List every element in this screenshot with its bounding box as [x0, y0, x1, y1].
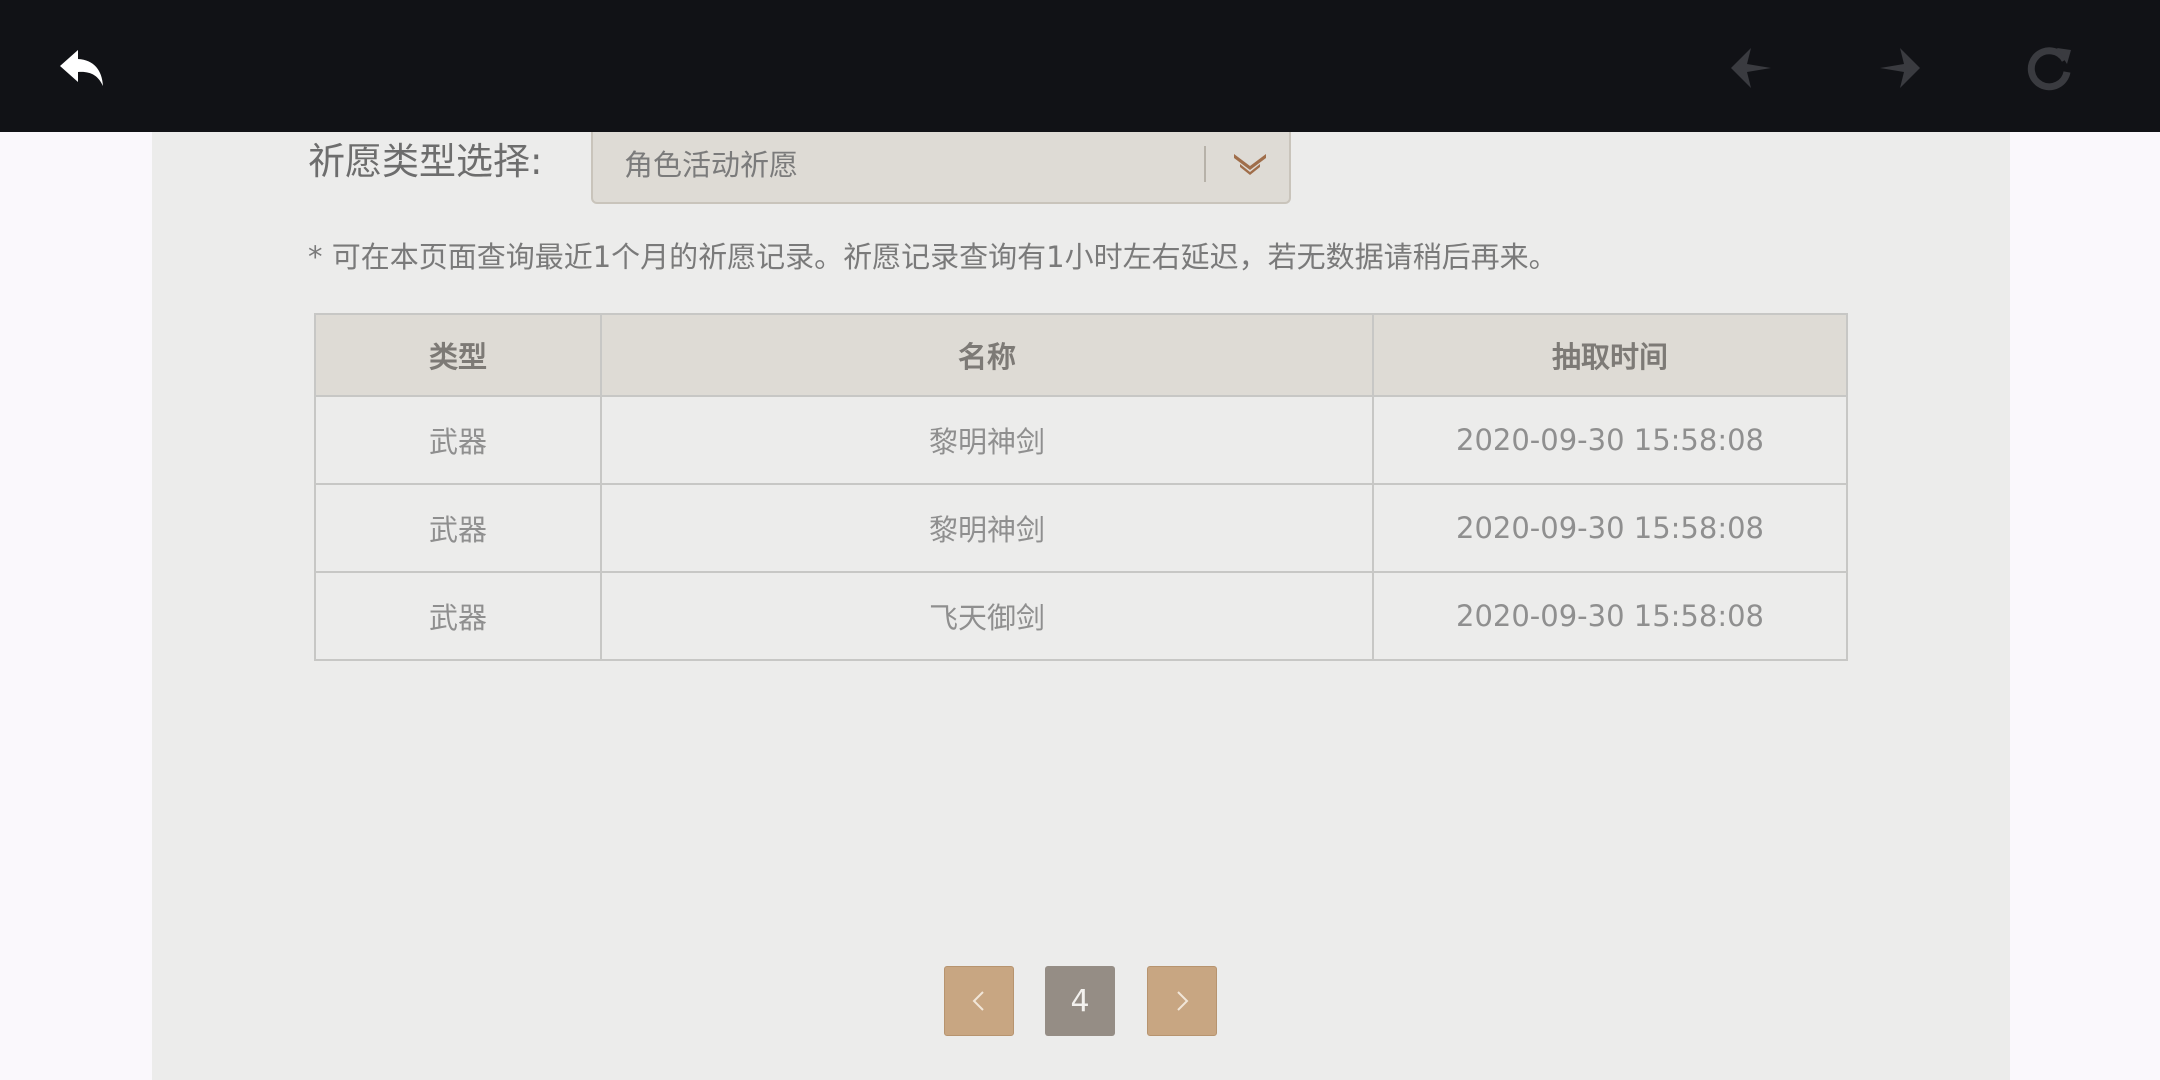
record-notice: * 可在本页面查询最近1个月的祈愿记录。祈愿记录查询有1小时左右延迟，若无数据请…	[308, 240, 1558, 274]
column-header-name: 名称	[600, 313, 1374, 397]
chevron-left-icon	[972, 991, 984, 1011]
navigate-forward-button[interactable]	[1868, 36, 1932, 100]
cell-time: 2020-09-30 15:58:08	[1372, 395, 1848, 485]
cell-time: 2020-09-30 15:58:08	[1372, 571, 1848, 661]
back-button[interactable]	[50, 36, 114, 100]
cell-type: 武器	[314, 395, 602, 485]
navigate-back-button[interactable]	[1719, 36, 1783, 100]
dropdown-divider	[1204, 146, 1206, 182]
cell-name: 飞天御剑	[600, 571, 1374, 661]
refresh-icon	[2027, 47, 2071, 91]
table-row: 武器 黎明神剑 2020-09-30 15:58:08	[314, 395, 1848, 485]
back-arrow-icon	[60, 50, 103, 86]
current-page-indicator[interactable]: 4	[1045, 966, 1115, 1036]
cell-name: 黎明神剑	[600, 483, 1374, 573]
table-row: 武器 飞天御剑 2020-09-30 15:58:08	[314, 571, 1848, 661]
navigate-back-icon	[1731, 48, 1771, 88]
wish-record-table: 类型 名称 抽取时间 武器 黎明神剑 2020-09-30 15:58:08 武…	[314, 313, 1848, 661]
chevron-right-icon	[1177, 991, 1189, 1011]
cell-name: 黎明神剑	[600, 395, 1374, 485]
cell-type: 武器	[314, 571, 602, 661]
next-page-button[interactable]	[1147, 966, 1217, 1036]
wish-type-label: 祈愿类型选择:	[308, 140, 543, 183]
column-header-time: 抽取时间	[1372, 313, 1848, 397]
column-header-type: 类型	[314, 313, 602, 397]
cell-time: 2020-09-30 15:58:08	[1372, 483, 1848, 573]
table-header-row: 类型 名称 抽取时间	[314, 313, 1848, 397]
top-toolbar	[0, 0, 2160, 132]
previous-page-button[interactable]	[944, 966, 1014, 1036]
chevron-down-icon	[1234, 154, 1266, 175]
refresh-button[interactable]	[2017, 36, 2081, 100]
navigate-forward-icon	[1880, 48, 1920, 88]
table-row: 武器 黎明神剑 2020-09-30 15:58:08	[314, 483, 1848, 573]
wish-type-selected-value: 角色活动祈愿	[624, 148, 799, 182]
cell-type: 武器	[314, 483, 602, 573]
